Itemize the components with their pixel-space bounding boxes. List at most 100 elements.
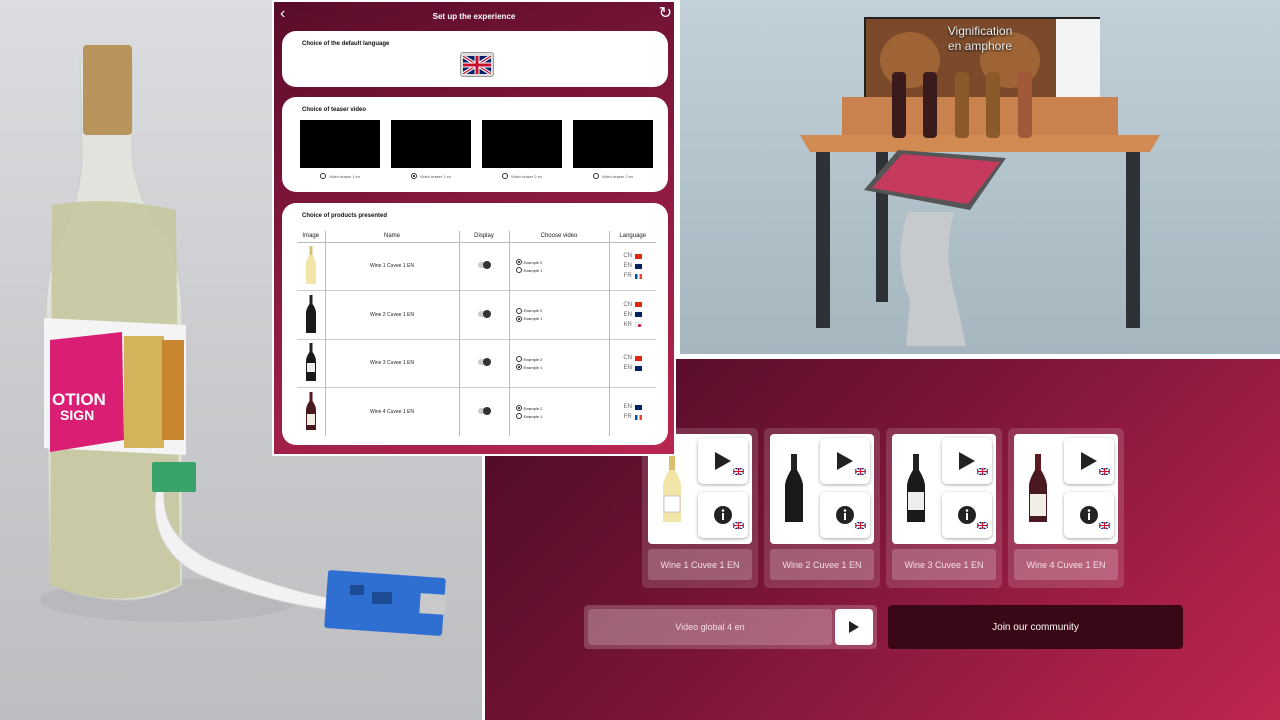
play-video-button[interactable] [942, 438, 992, 484]
uk-flag-icon [634, 404, 642, 410]
global-video-play-button[interactable] [835, 609, 873, 645]
product-image [297, 290, 325, 339]
teaser-video-option[interactable]: Video teaser 2 en [573, 173, 653, 179]
play-video-button[interactable] [698, 438, 748, 484]
language-option[interactable]: CN [623, 355, 643, 361]
video-option-label: Example 1 [523, 267, 543, 273]
products-title: Choice of products presented [302, 213, 388, 219]
uk-flag-icon [634, 365, 642, 371]
radio-button[interactable] [515, 413, 522, 419]
language-option[interactable]: EN [624, 365, 642, 371]
video-choice-cell: Example 2 Example 1 [508, 338, 609, 388]
video-option-label: Example 2 [523, 259, 543, 265]
column-header: Language [608, 231, 656, 243]
play-icon [715, 452, 731, 470]
uk-flag-icon [732, 462, 745, 480]
play-video-button[interactable] [1064, 438, 1114, 484]
video-option-label: Example 2 [523, 356, 543, 362]
video-option[interactable]: Example 1 [515, 364, 543, 371]
play-video-button[interactable] [820, 438, 870, 484]
teaser-video-thumbnail[interactable] [482, 120, 562, 168]
video-option[interactable]: Example 2 [515, 405, 543, 411]
global-video-bar: Video global 4 en [584, 605, 877, 649]
radio-button[interactable] [515, 405, 522, 411]
video-choice-cell: Example 2 Example 1 [508, 241, 609, 291]
info-icon [1080, 506, 1098, 524]
teaser-option-label: Video teaser 1 en [328, 173, 361, 179]
info-button[interactable] [698, 492, 748, 538]
video-option[interactable]: Example 1 [515, 413, 542, 419]
wine-name-label: Wine 1 Cuvee 1 EN [648, 549, 752, 580]
language-option[interactable]: KR [624, 322, 642, 328]
setup-header: ‹ Set up the experience ↻ [274, 2, 674, 32]
video-choice-cell: Example 2 Example 1 [508, 290, 609, 339]
language-option[interactable]: EN [624, 312, 642, 318]
language-option[interactable]: EN [624, 263, 642, 269]
video-option[interactable]: Example 2 [515, 307, 543, 314]
video-option-label: Example 1 [523, 364, 543, 370]
video-option[interactable]: Example 2 [515, 356, 543, 363]
wine-tile[interactable]: Wine 2 Cuvee 1 EN [764, 428, 880, 588]
display-toggle[interactable] [478, 358, 491, 367]
teaser-option-label: Video teaser 2 en [510, 173, 543, 179]
teaser-video-thumbnail[interactable] [391, 120, 471, 168]
video-option[interactable]: Example 2 [515, 259, 543, 266]
language-option[interactable]: FR [624, 273, 642, 279]
display-cell [458, 338, 509, 388]
info-button[interactable] [820, 492, 870, 538]
wine-name-label: Wine 4 Cuvee 1 EN [1014, 549, 1118, 580]
cn-flag-icon [635, 253, 643, 259]
radio-button[interactable] [515, 315, 522, 322]
radio-button[interactable] [501, 173, 508, 179]
language-code: FR [623, 414, 632, 420]
video-option-label: Example 2 [523, 405, 543, 411]
uk-flag-button[interactable] [460, 52, 494, 77]
uk-flag-icon [732, 516, 745, 534]
setup-title: Set up the experience [432, 12, 516, 21]
teaser-video-thumbnail[interactable] [573, 120, 653, 168]
radio-button[interactable] [410, 173, 417, 179]
video-option[interactable]: Example 1 [515, 267, 543, 274]
refresh-icon[interactable]: ↻ [659, 3, 672, 23]
language-option[interactable]: CN [623, 302, 643, 308]
language-option[interactable]: EN [624, 404, 642, 410]
teaser-video-option[interactable]: Video teaser 2 en [482, 173, 562, 179]
radio-button[interactable] [515, 307, 522, 314]
teaser-option-label: Video teaser 2 en [601, 173, 634, 179]
table-row: Wine 1 Cuvee 1 EN Example 2 Example 1 CN E… [297, 241, 656, 291]
radio-button[interactable] [592, 173, 599, 179]
display-toggle[interactable] [478, 407, 491, 415]
bottle-rose-image [1018, 444, 1058, 534]
language-code: EN [623, 311, 632, 318]
radio-button[interactable] [515, 356, 522, 363]
language-cell: CN EN KR [608, 290, 656, 339]
info-button[interactable] [1064, 492, 1114, 538]
teaser-video-thumbnail[interactable] [300, 120, 380, 168]
display-toggle[interactable] [478, 309, 491, 318]
teaser-video-option[interactable]: Video teaser 1 en [391, 173, 471, 179]
bottle-white-image [652, 444, 692, 534]
wine-tile[interactable]: Wine 3 Cuvee 1 EN [886, 428, 1002, 588]
radio-button[interactable] [515, 364, 522, 371]
language-code: FR [623, 273, 632, 280]
teaser-video-option[interactable]: Video teaser 1 en [300, 173, 380, 179]
info-button[interactable] [942, 492, 992, 538]
join-community-button[interactable]: Join our community [888, 605, 1183, 649]
display-toggle[interactable] [478, 261, 491, 270]
language-option[interactable]: CN [623, 253, 643, 259]
radio-button[interactable] [319, 173, 326, 179]
wine-name-label: Wine 2 Cuvee 1 EN [770, 549, 874, 580]
column-header: Choose video [508, 231, 609, 243]
wine-tile[interactable]: Wine 4 Cuvee 1 EN [1008, 428, 1124, 588]
display-cell [458, 387, 509, 436]
render-title-line1: Vignification [947, 24, 1013, 38]
product-image [297, 338, 325, 388]
language-option[interactable]: FR [624, 414, 642, 420]
uk-flag-icon [1098, 462, 1111, 480]
products-card: Choice of products presented Image Name … [282, 203, 668, 445]
video-option-label: Example 2 [523, 308, 543, 314]
video-option[interactable]: Example 1 [515, 315, 542, 322]
radio-button[interactable] [515, 259, 522, 266]
radio-button[interactable] [515, 267, 522, 274]
table-row: Wine 4 Cuvee 1 EN Example 2 Example 1 EN F… [297, 387, 656, 436]
